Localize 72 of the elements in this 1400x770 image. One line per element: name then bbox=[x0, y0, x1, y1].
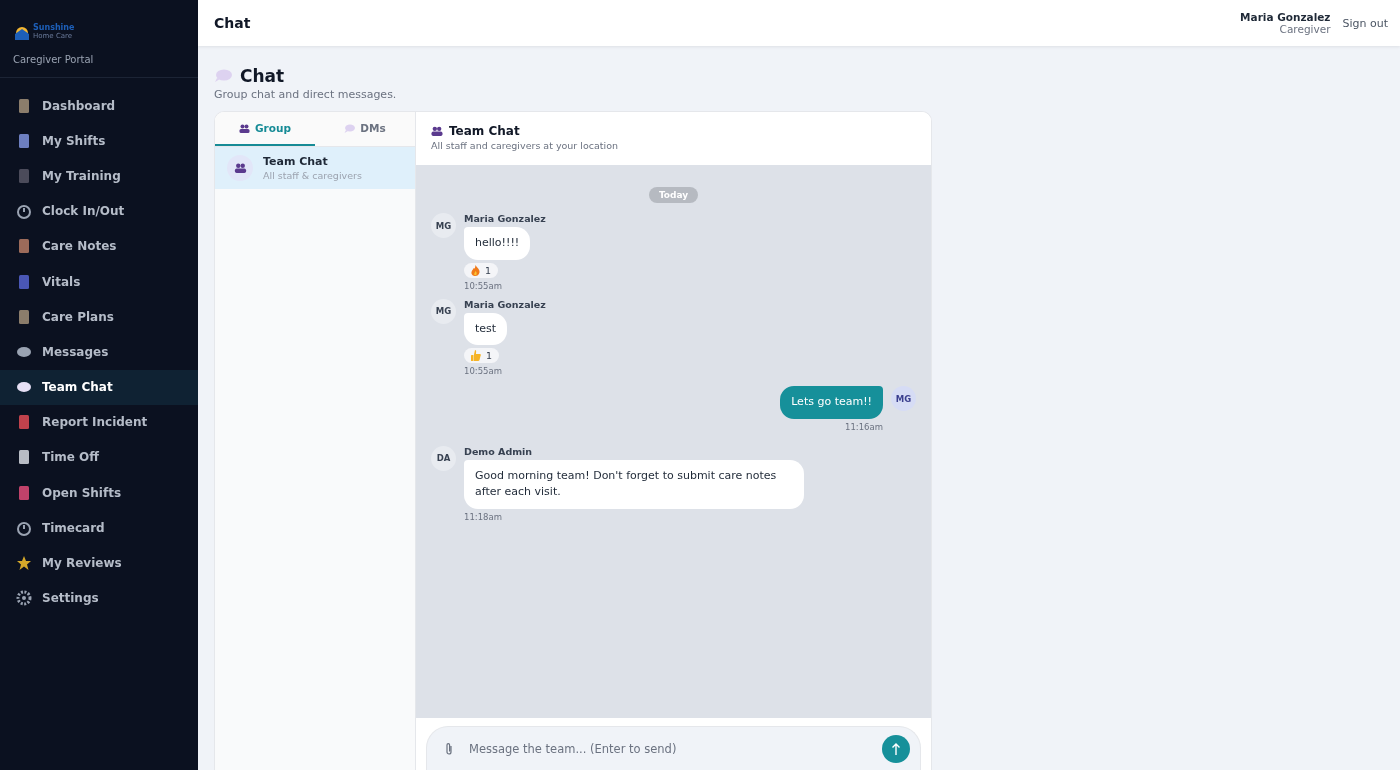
message-time: 10:55am bbox=[464, 280, 502, 291]
menu-item-icon bbox=[16, 238, 32, 255]
page-subtitle: Group chat and direct messages. bbox=[214, 88, 398, 101]
conversation-subtitle: All staff & caregivers bbox=[263, 170, 362, 181]
user-avatar: DA bbox=[431, 445, 456, 471]
nav-item[interactable]: Care Notes bbox=[0, 228, 198, 264]
speech-bubble-icon bbox=[214, 69, 232, 83]
page-title: Chat bbox=[240, 66, 285, 86]
conversation-item[interactable]: Team Chat All staff & caregivers bbox=[215, 147, 415, 189]
message-time: 11:18am bbox=[464, 511, 502, 522]
nav-item[interactable]: My Training bbox=[0, 158, 198, 194]
tab[interactable]: DMs bbox=[315, 112, 415, 146]
arrow-up-icon bbox=[891, 741, 901, 756]
nav-item[interactable]: Care Plans bbox=[0, 299, 198, 335]
user-avatar: MG bbox=[431, 213, 456, 238]
top-bar-title: Chat bbox=[214, 15, 251, 31]
send-button[interactable] bbox=[882, 734, 910, 763]
nav-item[interactable]: My Reviews bbox=[0, 545, 198, 581]
speech-bubble-icon bbox=[344, 123, 356, 133]
nav-item[interactable]: Messages bbox=[0, 334, 198, 370]
menu-item-icon bbox=[16, 414, 32, 431]
menu-item-icon bbox=[16, 308, 32, 325]
sender-name: Maria Gonzalez bbox=[464, 213, 546, 224]
menu-item-icon bbox=[16, 519, 32, 536]
thumbs-up-icon bbox=[471, 350, 481, 361]
portal-label: Caregiver Portal bbox=[13, 54, 95, 65]
message-bubble: Lets go team!! bbox=[780, 386, 883, 419]
message-time: 11:16am bbox=[845, 421, 883, 432]
user-name: Maria Gonzalez bbox=[1240, 11, 1331, 23]
menu-item-icon bbox=[16, 449, 32, 466]
people-icon bbox=[431, 126, 443, 136]
menu-item-icon bbox=[16, 555, 32, 572]
message-time: 10:55am bbox=[464, 366, 502, 376]
sender-name: Demo Admin bbox=[464, 445, 533, 457]
nav-item[interactable]: Team Chat bbox=[0, 369, 198, 405]
sign-out-button[interactable]: Sign out bbox=[1342, 16, 1388, 30]
nav-item[interactable]: Time Off bbox=[0, 439, 198, 476]
nav-item[interactable]: Timecard bbox=[0, 510, 198, 546]
nav-item[interactable]: Report Incident bbox=[0, 404, 198, 440]
menu-item-icon bbox=[16, 132, 32, 149]
reaction-button[interactable]: 1 bbox=[464, 348, 500, 363]
menu-item-icon bbox=[16, 484, 32, 501]
conversation-name: Team Chat bbox=[263, 155, 329, 168]
people-icon bbox=[233, 163, 247, 173]
people-icon bbox=[239, 123, 250, 133]
message-bubble: Good morning team! Don't forget to submit care notes after each visit. bbox=[464, 459, 804, 509]
sun-house-icon bbox=[13, 24, 31, 40]
date-divider: Today bbox=[648, 187, 699, 203]
chat-subtitle: All staff and caregivers at your location bbox=[431, 140, 619, 151]
nav-item[interactable]: My Shifts bbox=[0, 123, 198, 159]
brand-name: Sunshine bbox=[33, 24, 75, 32]
menu-item-icon bbox=[16, 167, 32, 184]
nav-item[interactable]: Vitals bbox=[0, 263, 198, 300]
menu-item-icon bbox=[16, 203, 32, 220]
sender-name: Maria Gonzalez bbox=[464, 298, 546, 310]
message-bubble: hello!!!! bbox=[464, 227, 531, 260]
user-role: Caregiver bbox=[1279, 23, 1331, 35]
nav-item[interactable]: Settings bbox=[0, 580, 198, 616]
paperclip-icon[interactable] bbox=[445, 741, 453, 756]
user-avatar: MG bbox=[891, 386, 916, 411]
nav-item[interactable]: Dashboard bbox=[0, 88, 198, 124]
nav-item[interactable]: Open Shifts bbox=[0, 475, 198, 511]
user-avatar: MG bbox=[431, 298, 456, 324]
menu-item-icon bbox=[16, 590, 32, 607]
chat-title: Team Chat bbox=[449, 124, 520, 138]
nav-item[interactable]: Clock In/Out bbox=[0, 193, 198, 229]
reaction-button[interactable]: 1 bbox=[464, 262, 499, 278]
menu-item-icon bbox=[16, 97, 32, 114]
menu-item-icon bbox=[16, 273, 32, 290]
message-bubble: test bbox=[464, 312, 508, 345]
message-field[interactable]: Message the team... (Enter to send) bbox=[426, 726, 921, 770]
flame-icon bbox=[471, 264, 480, 276]
